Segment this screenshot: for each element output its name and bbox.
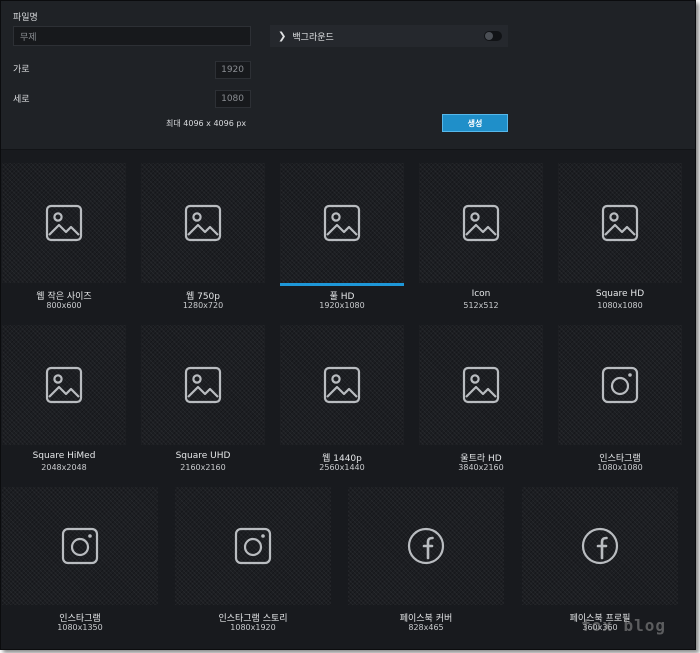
preset-thumbnail[interactable] [558, 163, 682, 283]
preset-size: 2160x2160 [180, 463, 226, 472]
image-icon [184, 366, 222, 404]
image-icon [45, 366, 83, 404]
preset-thumbnail[interactable] [419, 163, 543, 283]
filename-input[interactable]: 무제 [13, 26, 251, 46]
preset-thumbnail[interactable] [280, 325, 404, 445]
divider [1, 149, 695, 150]
preset-tile[interactable]: 웹 1440p 2560x1440 [280, 325, 404, 483]
preset-size: 3840x2160 [458, 463, 504, 472]
preset-size: 800x600 [46, 301, 82, 310]
width-input[interactable]: 1920 [215, 61, 251, 79]
facebook-icon [581, 527, 619, 565]
preset-thumbnail[interactable] [141, 325, 265, 445]
preset-tile[interactable]: 인스타그램 스토리 1080x1920 [175, 487, 331, 643]
preset-tile[interactable]: 풀 HD 1920x1080 [280, 163, 404, 321]
preset-thumbnail[interactable] [2, 163, 126, 283]
background-row[interactable]: ❯ 백그라운드 [270, 25, 508, 47]
preset-tile[interactable]: 웹 750p 1280x720 [141, 163, 265, 321]
instagram-icon [61, 527, 99, 565]
image-icon [45, 204, 83, 242]
instagram-icon [601, 366, 639, 404]
preset-size: 1920x1080 [319, 301, 365, 310]
preset-size: 828x465 [408, 623, 444, 632]
image-icon [184, 204, 222, 242]
preset-thumbnail[interactable] [558, 325, 682, 445]
preset-thumbnail[interactable] [2, 487, 158, 605]
preset-name: Square HiMed [32, 451, 96, 461]
image-icon [323, 366, 361, 404]
chevron-right-icon: ❯ [278, 30, 287, 42]
preset-thumbnail[interactable] [419, 325, 543, 445]
height-label: 세로 [13, 95, 30, 105]
preset-size: 2560x1440 [319, 463, 365, 472]
preset-thumbnail[interactable] [280, 163, 404, 283]
background-label: 백그라운드 [292, 32, 334, 43]
preset-thumbnail[interactable] [348, 487, 504, 605]
settings-panel: 파일명 무제 가로 1920 세로 1080 최대 4096 x 4096 px… [1, 1, 695, 149]
preset-tile[interactable]: Square HD 1080x1080 [558, 163, 682, 321]
preset-tile[interactable]: 페이스북 커버 828x465 [348, 487, 504, 643]
facebook-icon [407, 527, 445, 565]
preset-thumbnail[interactable] [141, 163, 265, 283]
preset-size: 1280x720 [182, 301, 224, 310]
preset-tile[interactable]: Square HiMed 2048x2048 [2, 325, 126, 483]
preset-tile[interactable]: 웹 작은 사이즈 800x600 [2, 163, 126, 321]
preset-name: Square HD [595, 289, 645, 299]
preset-tile[interactable]: Icon 512x512 [419, 163, 543, 321]
preset-thumbnail[interactable] [175, 487, 331, 605]
preset-name: Square UHD [175, 451, 231, 461]
preset-thumbnail[interactable] [2, 325, 126, 445]
preset-tile[interactable]: 인스타그램 1080x1080 [558, 325, 682, 483]
image-icon [462, 204, 500, 242]
image-icon [323, 204, 361, 242]
preset-size: 1080x1350 [57, 623, 103, 632]
preset-size: 1080x1920 [230, 623, 276, 632]
preset-size: 512x512 [463, 301, 499, 310]
max-size-note: 최대 4096 x 4096 px [166, 119, 247, 128]
preset-size: 1080x1080 [597, 301, 643, 310]
background-toggle[interactable] [484, 31, 502, 41]
width-label: 가로 [13, 65, 30, 75]
preset-name: Icon [471, 289, 491, 299]
filename-label: 파일명 [13, 13, 38, 23]
preset-thumbnail[interactable] [522, 487, 678, 605]
new-document-dialog: 파일명 무제 가로 1920 세로 1080 최대 4096 x 4096 px… [0, 0, 696, 650]
watermark: fox blog [581, 616, 667, 635]
image-icon [462, 366, 500, 404]
selected-indicator [280, 283, 404, 286]
height-input[interactable]: 1080 [215, 90, 251, 108]
preset-size: 2048x2048 [41, 463, 87, 472]
image-icon [601, 204, 639, 242]
preset-tile[interactable]: Square UHD 2160x2160 [141, 325, 265, 483]
create-button[interactable]: 생성 [442, 114, 508, 132]
preset-tile[interactable]: 울트라 HD 3840x2160 [419, 325, 543, 483]
instagram-icon [234, 527, 272, 565]
preset-tile[interactable]: 인스타그램 1080x1350 [2, 487, 158, 643]
preset-size: 1080x1080 [597, 463, 643, 472]
